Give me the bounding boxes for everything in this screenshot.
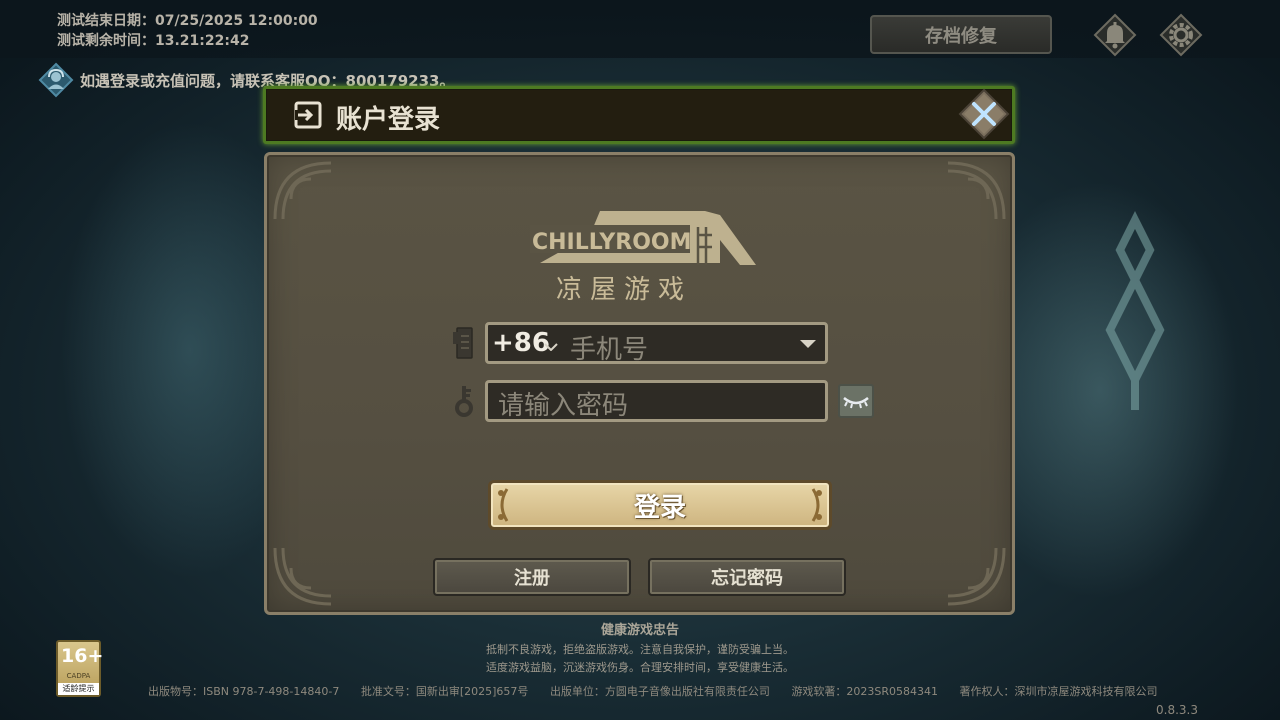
background-rune-decoration	[1105, 211, 1165, 410]
closed-eye-icon	[843, 397, 869, 409]
logo-english: CHILLYROOM	[532, 230, 692, 255]
password-placeholder[interactable]: 请输入密码	[498, 385, 628, 422]
login-icon	[294, 101, 322, 129]
close-icon	[958, 88, 1010, 140]
age-rating: 16+	[61, 645, 104, 667]
password-field[interactable]: 请输入密码	[485, 380, 828, 422]
age-rating-org: CADPA	[66, 672, 91, 680]
forgot-password-button[interactable]: 忘记密码	[648, 558, 846, 596]
corner-ornament-bottom-right	[947, 547, 1006, 606]
phone-field[interactable]: +86 手机号	[485, 322, 828, 366]
corner-ornament-bottom-left	[273, 547, 332, 606]
publication-number: 出版物号：ISBN 978-7-498-14840-7	[148, 685, 340, 698]
version-number: 0.8.3.3	[1156, 703, 1198, 717]
publisher: 出版单位：方圆电子音像出版社有限责任公司	[549, 685, 770, 698]
support-agent-icon	[38, 62, 74, 98]
corner-ornament-top-right	[947, 161, 1006, 220]
login-button-label: 登录	[633, 492, 686, 523]
close-button[interactable]	[958, 88, 1010, 140]
health-advisory-title: 健康游戏忠告	[600, 623, 679, 638]
phone-placeholder[interactable]: 手机号	[570, 329, 648, 366]
test-remaining-time: 测试剩余时间：13.21:22:42	[57, 33, 250, 49]
age-rating-badge[interactable]: 16+ CADPA 适龄提示	[56, 640, 104, 697]
save-repair-button[interactable]: 存档修复	[870, 15, 1052, 54]
approval-number: 批准文号：国新出审[2025]657号	[360, 685, 529, 698]
logo-chinese: 凉屋游戏	[556, 275, 693, 305]
dropdown-arrow-icon[interactable]	[799, 339, 817, 349]
test-info: 测试结束日期：07/25/2025 12:00:00 测试剩余时间：13.21:…	[57, 11, 318, 51]
bell-icon[interactable]	[1092, 12, 1138, 58]
software-copyright: 游戏软著：2023SR0584341	[791, 685, 939, 698]
gear-icon[interactable]	[1158, 12, 1204, 58]
login-dialog-title: 账户登录	[336, 105, 441, 135]
health-advisory-line2: 适度游戏益脑，沉迷游戏伤身。合理安排时间，享受健康生活。	[486, 661, 794, 674]
login-button[interactable]: 登录	[488, 480, 832, 530]
login-dialog-header: 账户登录	[263, 86, 1015, 144]
age-rating-tip: 适龄提示	[58, 683, 99, 695]
key-icon	[453, 383, 475, 419]
button-ornament-right	[811, 488, 822, 522]
corner-ornament-top-left	[273, 161, 332, 220]
copyright-holder: 著作权人：深圳市凉屋游戏科技有限公司	[959, 685, 1158, 698]
phone-icon	[453, 325, 475, 361]
country-code-selector[interactable]: +86	[492, 328, 550, 358]
test-end-date: 测试结束日期：07/25/2025 12:00:00	[57, 13, 318, 29]
health-advisory-line1: 抵制不良游戏，拒绝盗版游戏。注意自我保护，谨防受骗上当。	[486, 643, 794, 656]
chevron-down-icon[interactable]	[544, 343, 558, 351]
toggle-password-visibility-button[interactable]	[838, 384, 874, 418]
publication-info: 出版物号：ISBN 978-7-498-14840-7 批准文号：国新出审[20…	[148, 683, 1176, 699]
button-ornament-left	[498, 488, 509, 522]
register-button[interactable]: 注册	[433, 558, 631, 596]
